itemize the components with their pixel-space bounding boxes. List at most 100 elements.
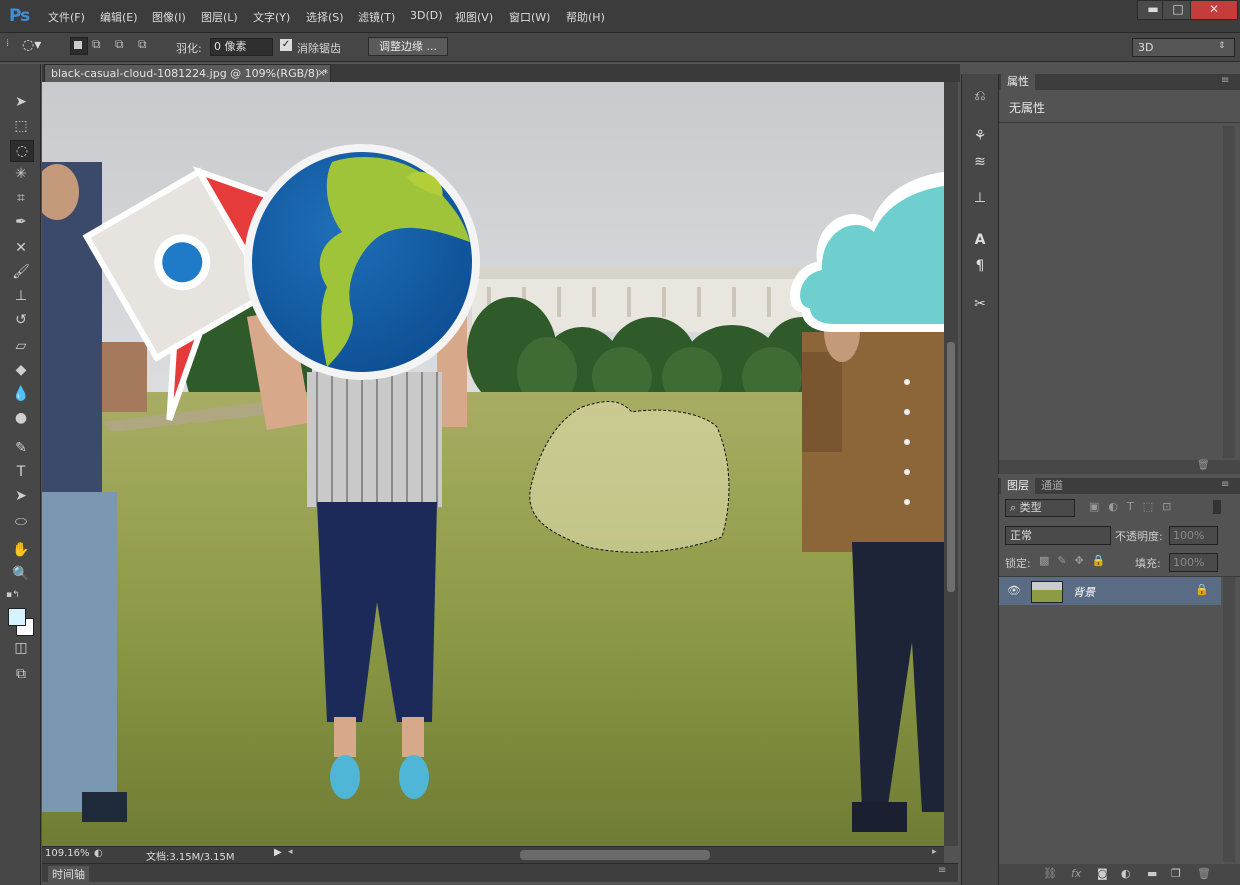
lock-icons[interactable]: ▩✎✥🔒	[1039, 554, 1114, 567]
marquee-tool-icon[interactable]: ⬚	[10, 116, 32, 136]
vertical-scroll-thumb[interactable]	[947, 342, 955, 592]
default-colors-icon[interactable]: ▪↰	[6, 590, 20, 600]
layers-tab-header: 图层 通道 ≡	[999, 478, 1240, 494]
new-layer-icon[interactable]: ❐	[1171, 867, 1181, 880]
brush-presets-icon[interactable]: ⚘	[970, 126, 990, 146]
layers-menu-icon[interactable]: ≡	[1221, 479, 1229, 490]
screen-mode-icon[interactable]: ⧉	[10, 664, 32, 684]
layer-filter-icons[interactable]: ▣◐T⬚⊡	[1089, 500, 1180, 513]
lasso-tool-icon[interactable]: ◌	[10, 140, 34, 162]
delete-layer-icon[interactable]: 🗑	[1197, 867, 1211, 880]
vertical-scrollbar[interactable]	[944, 82, 958, 846]
foreground-color-swatch[interactable]	[8, 608, 26, 626]
filter-toggle[interactable]	[1213, 500, 1221, 514]
close-button[interactable]: ✕	[1190, 0, 1238, 20]
lasso-preset-icon[interactable]: ◌▾	[22, 37, 58, 55]
tab-layers[interactable]: 图层	[1001, 478, 1035, 494]
antialias-checkbox[interactable]: ✓	[280, 39, 292, 51]
clone-source-icon[interactable]: ⊥	[970, 188, 990, 208]
healing-brush-tool-icon[interactable]: ✕	[10, 238, 32, 258]
panel-icon-strip: ⎌ ⚘ ≋ ⊥ A ¶ ✂	[961, 74, 998, 885]
timeline-panel: 时间轴 ≡	[42, 863, 958, 882]
fill-input[interactable]: 100%	[1169, 553, 1218, 572]
filter-search-icon: ⌕	[1010, 501, 1020, 514]
document-tab[interactable]: black-casual-cloud-1081224.jpg @ 109%(RG…	[44, 64, 331, 83]
document-canvas[interactable]	[42, 82, 944, 846]
menu-view[interactable]: 视图(V)	[455, 9, 493, 25]
grip-icon: ⁞	[6, 38, 10, 49]
new-group-icon[interactable]: ▬	[1147, 867, 1157, 880]
zoom-tool-icon[interactable]: 🔍	[10, 564, 32, 584]
subtract-selection-icon[interactable]: ⧉	[115, 37, 131, 53]
tab-close-icon[interactable]: ×	[317, 66, 326, 79]
eraser-tool-icon[interactable]: ▱	[10, 336, 32, 356]
status-info-icon[interactable]: ◐	[94, 848, 103, 859]
paragraph-icon[interactable]: ¶	[970, 256, 990, 276]
character-icon[interactable]: A	[970, 230, 990, 250]
path-selection-tool-icon[interactable]: ➤	[10, 486, 32, 506]
layer-style-icon[interactable]: fx	[1071, 867, 1081, 880]
history-icon[interactable]: ⎌	[970, 86, 990, 106]
opacity-input[interactable]: 100%	[1169, 526, 1218, 545]
workspace-dropdown-icon: ⇕	[1218, 41, 1226, 51]
menu-edit[interactable]: 编辑(E)	[100, 9, 138, 25]
intersect-selection-icon[interactable]: ⧉	[138, 37, 154, 53]
menu-file[interactable]: 文件(F)	[48, 9, 85, 25]
layer-lock-icon: 🔒	[1195, 583, 1209, 596]
type-tool-icon[interactable]: T	[10, 462, 32, 482]
pen-tool-icon[interactable]: ✎	[10, 438, 32, 458]
menu-filter[interactable]: 滤镜(T)	[358, 9, 395, 25]
brush-panel-icon[interactable]: ≋	[970, 152, 990, 172]
timeline-menu-icon[interactable]: ≡	[938, 865, 946, 876]
feather-input[interactable]: 0 像素	[210, 38, 273, 56]
visibility-eye-icon[interactable]: 👁	[1007, 584, 1021, 597]
tab-properties[interactable]: 属性	[1001, 74, 1035, 90]
properties-menu-icon[interactable]: ≡	[1221, 75, 1229, 86]
menu-layer[interactable]: 图层(L)	[201, 9, 238, 25]
layer-filter-select[interactable]: ⌕ 类型	[1005, 499, 1075, 517]
ellipse-tool-icon[interactable]: ⬭	[10, 512, 32, 532]
layers-scrollbar[interactable]	[1223, 577, 1235, 862]
scroll-right-icon[interactable]: ▸	[932, 847, 937, 857]
properties-content: 无属性	[1009, 101, 1046, 115]
blend-mode-select[interactable]: 正常	[1005, 526, 1111, 545]
properties-trash-icon[interactable]: 🗑	[1197, 460, 1210, 471]
scroll-left-icon[interactable]: ◂	[288, 847, 293, 857]
crop-tool-icon[interactable]: ⌗	[10, 188, 32, 208]
timeline-tab[interactable]: 时间轴	[48, 866, 89, 882]
zoom-level[interactable]: 109.16%	[45, 848, 90, 859]
history-brush-tool-icon[interactable]: ↺	[10, 310, 32, 330]
menu-type[interactable]: 文字(Y)	[253, 9, 290, 25]
layer-row[interactable]: 👁 背景 🔒	[999, 577, 1221, 605]
menu-image[interactable]: 图像(I)	[152, 9, 186, 25]
quick-mask-icon[interactable]: ◫	[10, 638, 32, 658]
add-selection-icon[interactable]: ⧉	[92, 37, 108, 53]
menu-help[interactable]: 帮助(H)	[566, 9, 605, 25]
add-mask-icon[interactable]: ◙	[1097, 867, 1108, 880]
properties-footer: 🗑	[999, 460, 1240, 474]
adjustment-layer-icon[interactable]: ◐	[1121, 867, 1131, 880]
tool-presets-icon[interactable]: ✂	[970, 294, 990, 314]
opacity-label: 不透明度:	[1115, 530, 1163, 543]
clone-stamp-tool-icon[interactable]: ⊥	[10, 286, 32, 306]
new-selection-icon[interactable]	[70, 37, 88, 55]
menu-3d[interactable]: 3D(D)	[410, 9, 443, 22]
blur-tool-icon[interactable]: 💧	[10, 384, 32, 404]
brush-tool-icon[interactable]: 🖌	[10, 262, 32, 282]
menu-select[interactable]: 选择(S)	[306, 9, 344, 25]
move-tool-icon[interactable]: ➤	[10, 92, 32, 112]
paint-bucket-tool-icon[interactable]: ◆	[10, 360, 32, 380]
status-menu-arrow-icon[interactable]: ▶	[274, 847, 282, 858]
layer-name[interactable]: 背景	[1073, 584, 1095, 600]
properties-scrollbar[interactable]	[1223, 126, 1235, 458]
tab-channels[interactable]: 通道	[1035, 478, 1069, 494]
menu-window[interactable]: 窗口(W)	[509, 9, 550, 25]
dodge-tool-icon[interactable]: ●	[10, 408, 32, 428]
magic-wand-tool-icon[interactable]: ✳	[10, 164, 32, 184]
refine-edge-button[interactable]: 调整边缘 ...	[368, 37, 448, 56]
layers-panel: 图层 通道 ≡ ⌕ 类型 ▣◐T⬚⊡ 正常 不透明度: 100% 锁定: ▩✎✥…	[998, 478, 1240, 885]
hand-tool-icon[interactable]: ✋	[10, 540, 32, 560]
link-layers-icon[interactable]: ⛓	[1043, 867, 1057, 880]
horizontal-scroll-thumb[interactable]	[520, 850, 710, 860]
eyedropper-tool-icon[interactable]: ✒	[10, 212, 32, 232]
